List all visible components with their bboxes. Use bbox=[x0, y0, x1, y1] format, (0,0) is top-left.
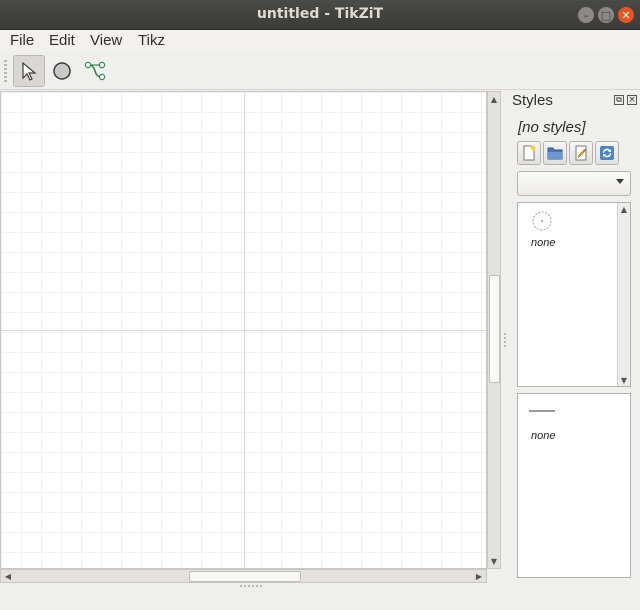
dock-resize-grip[interactable] bbox=[240, 585, 262, 587]
tikz-canvas[interactable] bbox=[0, 91, 487, 569]
open-style-file-icon bbox=[547, 147, 563, 160]
edge-tool-button[interactable] bbox=[79, 55, 111, 87]
node-tool-button[interactable] bbox=[46, 55, 78, 87]
menu-file[interactable]: File bbox=[10, 32, 34, 49]
maximize-button[interactable]: □ bbox=[598, 7, 614, 23]
refresh-styles-icon bbox=[600, 146, 614, 160]
scroll-up-arrow-icon[interactable]: ▲ bbox=[488, 92, 500, 106]
close-button[interactable]: ✕ bbox=[618, 7, 634, 23]
maximize-icon: □ bbox=[600, 8, 612, 22]
scroll-up-arrow-icon[interactable]: ▲ bbox=[618, 203, 630, 215]
menu-view[interactable]: View bbox=[90, 32, 122, 49]
node-style-list[interactable]: none ▲ ▼ bbox=[517, 202, 631, 387]
node-circle-icon bbox=[53, 62, 71, 80]
edge-style-none-icon bbox=[529, 410, 555, 412]
scroll-left-arrow-icon[interactable]: ◀ bbox=[1, 570, 15, 582]
menu-edit[interactable]: Edit bbox=[49, 32, 75, 49]
canvas-axis-horizontal bbox=[1, 330, 486, 331]
edit-styles-button[interactable] bbox=[569, 141, 593, 165]
window-title: untitled - TikZiT bbox=[256, 6, 384, 22]
scroll-down-arrow-icon[interactable]: ▼ bbox=[618, 374, 630, 386]
close-icon: × bbox=[628, 95, 636, 105]
select-arrow-icon bbox=[22, 61, 37, 81]
node-style-label: none bbox=[531, 237, 556, 249]
refresh-styles-button[interactable] bbox=[595, 141, 619, 165]
vertical-scroll-thumb[interactable] bbox=[489, 275, 500, 383]
minimize-icon: – bbox=[583, 8, 589, 22]
open-style-file-button[interactable] bbox=[543, 141, 567, 165]
edge-style-label: none bbox=[531, 430, 556, 442]
horizontal-scroll-thumb[interactable] bbox=[189, 571, 301, 582]
chevron-down-icon bbox=[616, 179, 624, 184]
style-category-select[interactable] bbox=[517, 171, 631, 196]
new-style-file-icon bbox=[523, 145, 536, 161]
close-icon: ✕ bbox=[621, 8, 631, 22]
canvas-horizontal-scrollbar[interactable]: ◀ ▶ bbox=[0, 569, 487, 583]
dock-float-button[interactable]: ⧉ bbox=[614, 95, 624, 105]
edge-style-list[interactable]: none bbox=[517, 393, 631, 578]
edge-icon bbox=[84, 61, 106, 81]
tikzit-window: untitled - TikZiT – □ ✕ File Edit View T… bbox=[0, 0, 640, 610]
splitter-grip[interactable] bbox=[504, 333, 506, 349]
menu-tikz[interactable]: Tikz bbox=[138, 32, 165, 49]
minimize-button[interactable]: – bbox=[578, 7, 594, 23]
scroll-right-arrow-icon[interactable]: ▶ bbox=[472, 570, 486, 582]
dock-close-button[interactable]: × bbox=[627, 95, 637, 105]
scroll-down-arrow-icon[interactable]: ▼ bbox=[488, 554, 500, 568]
node-style-none-icon bbox=[532, 211, 552, 231]
node-list-scrollbar[interactable]: ▲ ▼ bbox=[617, 203, 630, 386]
scroll-corner bbox=[487, 569, 501, 583]
float-icon: ⧉ bbox=[616, 95, 622, 104]
title-bar: untitled - TikZiT – □ ✕ bbox=[0, 0, 640, 30]
new-style-file-button[interactable] bbox=[517, 141, 541, 165]
styles-dock: Styles ⧉ × [no styles] none ▲ ▼ none bbox=[508, 90, 640, 585]
style-file-name: [no styles] bbox=[518, 119, 586, 136]
menu-bar: File Edit View Tikz bbox=[0, 30, 640, 52]
dock-title: Styles bbox=[512, 92, 553, 109]
edit-styles-icon bbox=[575, 145, 587, 161]
canvas-vertical-scrollbar[interactable]: ▲ ▼ bbox=[487, 91, 501, 569]
toolbar bbox=[0, 52, 640, 90]
select-tool-button[interactable] bbox=[13, 55, 45, 87]
toolbar-grip[interactable] bbox=[4, 60, 7, 82]
